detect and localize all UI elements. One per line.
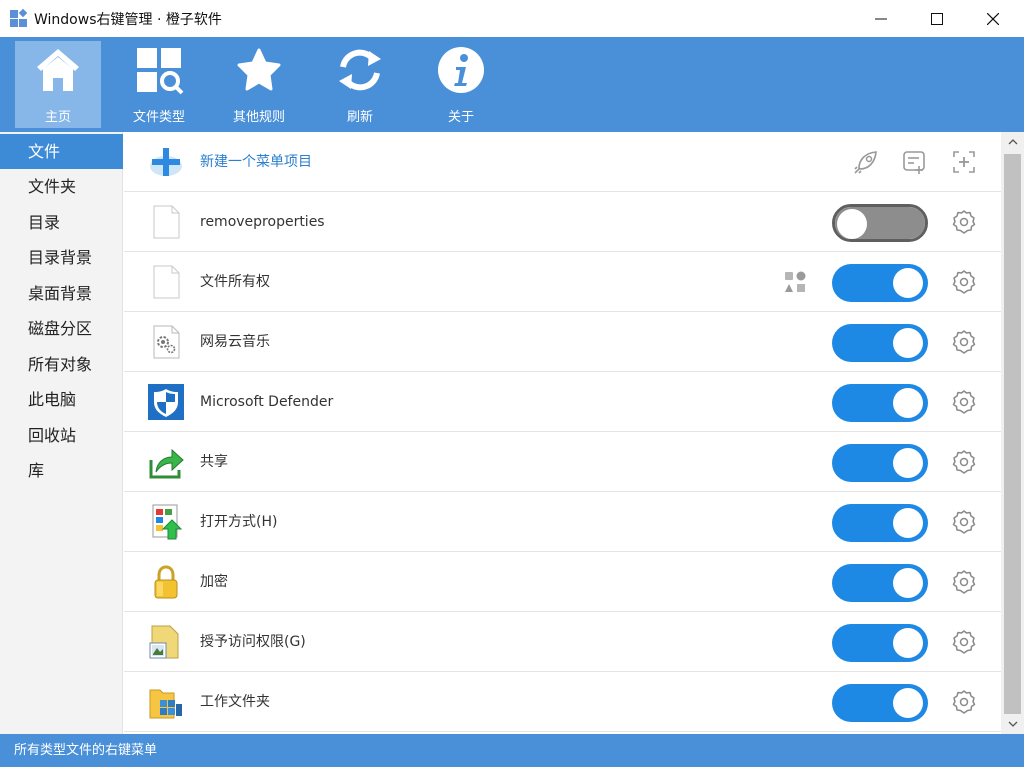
blank-file-icon <box>153 265 180 299</box>
close-button[interactable] <box>965 0 1021 37</box>
info-icon <box>438 47 484 93</box>
gear-icon[interactable] <box>951 329 977 355</box>
menu-item-row: removeproperties <box>124 192 1001 252</box>
sidebar-item-all-objects[interactable]: 所有对象 <box>0 347 123 382</box>
menu-item-row: 打开方式(H) <box>124 492 1001 552</box>
scroll-up-button[interactable] <box>1001 132 1024 152</box>
menu-item-toggle[interactable] <box>832 384 928 422</box>
menu-item-row: 工作文件夹 <box>124 672 1001 732</box>
menu-item-label: 加密 <box>200 574 228 590</box>
toolbar-label: 文件类型 <box>132 110 185 125</box>
scroll-thumb[interactable] <box>1004 154 1021 714</box>
toolbar-home-button[interactable]: 主页 <box>15 41 101 128</box>
gear-icon[interactable] <box>951 509 977 535</box>
menu-item-label: 共享 <box>200 454 228 470</box>
add-text-icon[interactable] <box>901 148 929 176</box>
share-arrow-icon <box>149 448 184 479</box>
scroll-down-button[interactable] <box>1001 714 1024 734</box>
file-type-search-icon <box>137 48 184 95</box>
sidebar: 文件 文件夹 目录 目录背景 桌面背景 磁盘分区 所有对象 此电脑 回收站 库 <box>0 132 123 734</box>
menu-item-label: 文件所有权 <box>200 274 270 290</box>
gear-icon[interactable] <box>951 209 977 235</box>
add-plus-icon <box>150 148 182 176</box>
menu-item-label: Microsoft Defender <box>200 394 334 410</box>
grant-access-icon <box>149 625 179 659</box>
home-icon <box>37 49 79 91</box>
menu-item-toggle[interactable] <box>832 564 928 602</box>
menu-item-row: 网易云音乐 <box>124 312 1001 372</box>
sidebar-item-directory[interactable]: 目录 <box>0 205 123 240</box>
menu-item-row: 共享 <box>124 432 1001 492</box>
menu-item-label: removeproperties <box>200 214 325 230</box>
toolbar-refresh-button[interactable]: 刷新 <box>317 41 403 128</box>
gear-icon[interactable] <box>951 449 977 475</box>
work-folder-icon <box>149 689 182 719</box>
app-logo-icon <box>10 9 28 27</box>
toolbar-label: 其他规则 <box>232 110 285 125</box>
menu-item-toggle[interactable] <box>832 204 928 242</box>
gear-icon[interactable] <box>951 689 977 715</box>
menu-item-toggle[interactable] <box>832 684 928 722</box>
shapes-icon[interactable] <box>783 270 807 294</box>
star-icon <box>237 48 281 91</box>
menu-item-toggle[interactable] <box>832 264 928 302</box>
sidebar-item-desktop-background[interactable]: 桌面背景 <box>0 276 123 311</box>
toolbar-file-type-button[interactable]: 文件类型 <box>116 41 202 128</box>
gear-icon[interactable] <box>951 629 977 655</box>
menu-item-row: Microsoft Defender <box>124 372 1001 432</box>
menu-item-label: 打开方式(H) <box>200 514 278 530</box>
toolbar-label: 刷新 <box>346 110 373 125</box>
menu-item-label: 授予访问权限(G) <box>200 634 306 650</box>
settings-file-icon <box>153 325 180 359</box>
sidebar-item-this-pc[interactable]: 此电脑 <box>0 382 123 417</box>
rocket-icon[interactable] <box>852 148 880 176</box>
menu-item-row: 授予访问权限(G) <box>124 612 1001 672</box>
menu-item-row: 文件所有权 <box>124 252 1001 312</box>
maximize-icon <box>931 12 943 25</box>
menu-item-toggle[interactable] <box>832 504 928 542</box>
status-bar: 所有类型文件的右键菜单 <box>0 734 1024 767</box>
gear-icon[interactable] <box>951 269 977 295</box>
sidebar-item-directory-background[interactable]: 目录背景 <box>0 240 123 275</box>
maximize-button[interactable] <box>909 0 965 37</box>
menu-item-label: 工作文件夹 <box>200 694 270 710</box>
menu-item-label: 网易云音乐 <box>200 334 270 350</box>
menu-item-list: 新建一个菜单项目 removeproperties 文件所有权 网易云音乐 Mi… <box>124 132 1001 734</box>
sidebar-item-folder[interactable]: 文件夹 <box>0 169 123 204</box>
toolbar-other-rules-button[interactable]: 其他规则 <box>216 41 302 128</box>
blank-file-icon <box>153 205 180 239</box>
minimize-icon <box>875 18 887 19</box>
padlock-icon <box>154 565 178 599</box>
menu-item-row: 加密 <box>124 552 1001 612</box>
sidebar-item-drive[interactable]: 磁盘分区 <box>0 311 123 346</box>
menu-item-toggle[interactable] <box>832 324 928 362</box>
window-title: Windows右键管理 · 橙子软件 <box>34 12 222 28</box>
sidebar-item-library[interactable]: 库 <box>0 453 123 488</box>
defender-shield-icon <box>148 384 184 420</box>
chevron-up-icon <box>1008 139 1017 145</box>
menu-item-toggle[interactable] <box>832 444 928 482</box>
refresh-icon <box>339 49 381 91</box>
chevron-down-icon <box>1008 721 1017 727</box>
gear-icon[interactable] <box>951 389 977 415</box>
vertical-scrollbar[interactable] <box>1001 132 1024 734</box>
toolbar-about-button[interactable]: 关于 <box>418 41 504 128</box>
toolbar-label: 关于 <box>447 110 474 125</box>
sidebar-item-file[interactable]: 文件 <box>0 134 123 169</box>
title-bar: Windows右键管理 · 橙子软件 <box>0 0 1024 37</box>
add-separator-icon[interactable] <box>950 148 978 176</box>
new-menu-item-label: 新建一个菜单项目 <box>200 154 312 170</box>
new-menu-item-row[interactable]: 新建一个菜单项目 <box>124 132 1001 192</box>
gear-icon[interactable] <box>951 569 977 595</box>
sidebar-item-recycle-bin[interactable]: 回收站 <box>0 418 123 453</box>
toolbar-label: 主页 <box>44 110 71 125</box>
close-icon <box>987 12 999 25</box>
menu-item-toggle[interactable] <box>832 624 928 662</box>
open-with-icon <box>152 504 183 540</box>
minimize-button[interactable] <box>853 0 909 37</box>
toolbar: 主页 文件类型 其他规则 刷新 关于 <box>0 37 1024 132</box>
